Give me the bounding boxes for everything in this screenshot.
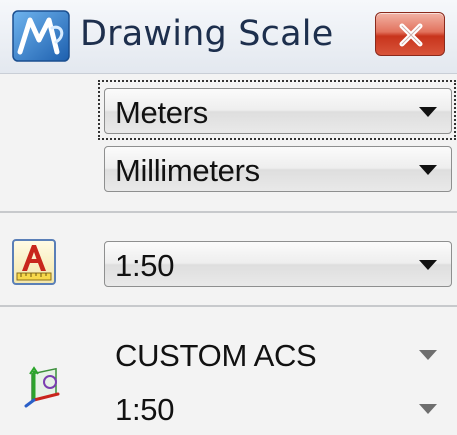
master-unit-dropdown[interactable]: Meters xyxy=(104,88,452,134)
acs-scale-value: 1:50 xyxy=(115,392,175,427)
microstation-logo-icon xyxy=(12,10,70,62)
chevron-down-icon xyxy=(419,107,437,117)
sub-unit-dropdown[interactable]: Millimeters xyxy=(104,146,452,192)
acs-scale-dropdown[interactable]: 1:50 xyxy=(104,385,452,431)
acs-axes-icon xyxy=(24,366,60,408)
close-icon xyxy=(399,23,423,47)
master-unit-value: Meters xyxy=(115,95,208,130)
chevron-down-icon xyxy=(419,165,437,175)
annotation-scale-value: 1:50 xyxy=(115,248,175,283)
title-bar[interactable]: Drawing Scale xyxy=(0,0,457,74)
window-title: Drawing Scale xyxy=(80,14,334,54)
close-button[interactable] xyxy=(375,12,445,56)
acs-name-value: CUSTOM ACS xyxy=(115,338,317,373)
chevron-down-icon xyxy=(419,404,437,414)
drawing-scale-window: Drawing Scale Meters Millimeters 1:50 CU… xyxy=(0,0,457,435)
annotation-scale-dropdown[interactable]: 1:50 xyxy=(104,241,452,287)
sub-unit-value: Millimeters xyxy=(115,153,260,188)
acs-name-dropdown[interactable]: CUSTOM ACS xyxy=(104,331,452,377)
annotation-scale-icon[interactable] xyxy=(12,239,56,285)
chevron-down-icon xyxy=(419,350,437,360)
chevron-down-icon xyxy=(419,260,437,270)
